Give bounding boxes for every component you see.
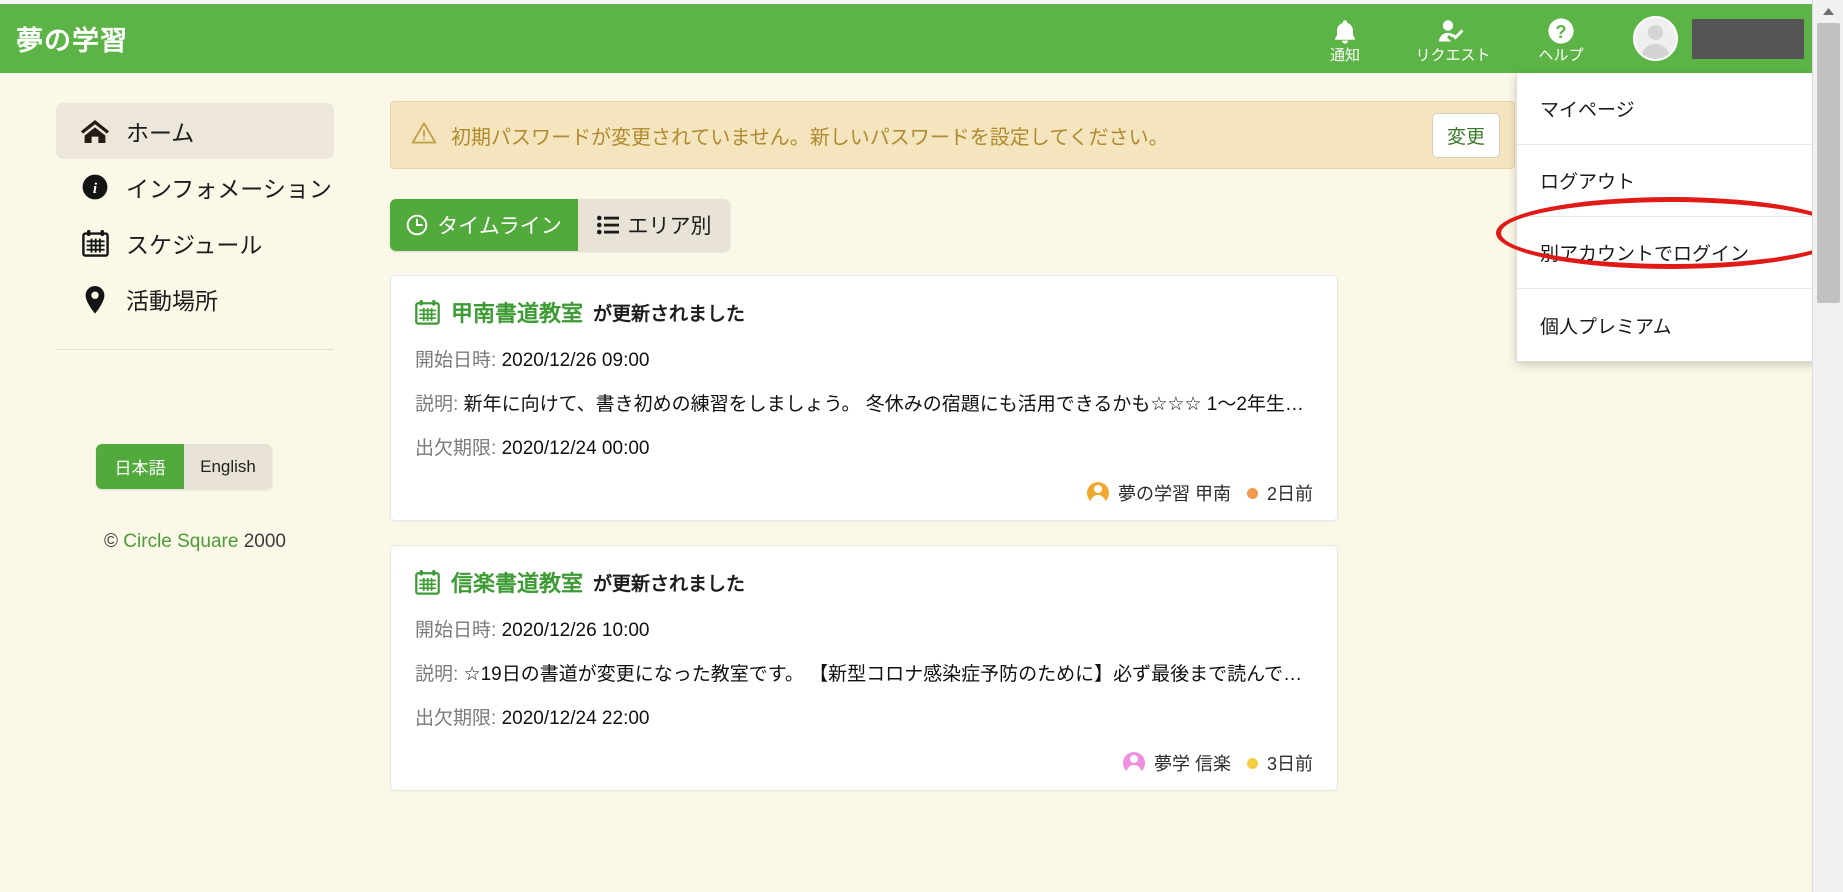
card-description-value: 新年に向けて、書き初めの練習をしましょう。 冬休みの宿題にも活用できるかも☆☆☆… [463, 394, 1313, 415]
card-start-row: 開始日時: 2020/12/26 10:00 [415, 615, 1313, 642]
card-start-label: 開始日時: [415, 350, 497, 371]
card-author-name: 夢の学習 甲南 [1117, 484, 1231, 504]
header-nav-help-label: ヘルプ [1538, 46, 1584, 64]
account-menu-button[interactable] [1633, 4, 1812, 73]
language-toggle: 日本語 English [96, 444, 272, 489]
calendar-icon [415, 569, 440, 595]
app-brand-title[interactable]: 夢の学習 [16, 19, 128, 58]
bell-icon [1332, 15, 1358, 45]
card-author-name: 夢学 信楽 [1153, 754, 1231, 774]
password-alert-banner: 初期パスワードが変更されていません。新しいパスワードを設定してください。 変更 [390, 101, 1515, 169]
card-group-name[interactable]: 甲南書道教室 [451, 296, 583, 328]
warning-triangle-icon [411, 121, 437, 150]
header-nav-notifications[interactable]: 通知 [1291, 4, 1399, 73]
card-deadline-label: 出欠期限: [415, 708, 497, 729]
svg-text:?: ? [1556, 22, 1567, 42]
card-deadline-label: 出欠期限: [415, 438, 497, 459]
card-description-value: ☆19日の書道が変更になった教室です。 【新型コロナ感染症予防のために】必ず最後… [463, 664, 1313, 685]
menu-item-my-page[interactable]: マイページ [1517, 73, 1820, 145]
card-title: 甲南書道教室 が更新されました [415, 296, 1313, 328]
user-check-icon [1437, 15, 1469, 45]
map-pin-icon [78, 285, 112, 314]
info-circle-icon: i [78, 173, 112, 201]
tab-timeline[interactable]: タイムライン [390, 199, 578, 251]
card-start-row: 開始日時: 2020/12/26 09:00 [415, 345, 1313, 372]
scrollbar-thumb[interactable] [1817, 23, 1840, 303]
page-scrollbar[interactable] [1812, 0, 1843, 892]
card-deadline-row: 出欠期限: 2020/12/24 00:00 [415, 433, 1313, 460]
card-title: 信楽書道教室 が更新されました [415, 566, 1313, 598]
scroll-up-arrow-icon[interactable] [1813, 0, 1843, 23]
avatar [1633, 16, 1678, 61]
sidebar-item-home[interactable]: ホーム [56, 103, 334, 159]
language-option-english[interactable]: English [184, 444, 272, 489]
copyright-year: 2000 [243, 531, 286, 552]
language-option-japanese[interactable]: 日本語 [96, 444, 184, 489]
view-tabs: タイムライン エリア別 [390, 199, 730, 251]
card-deadline-row: 出欠期限: 2020/12/24 22:00 [415, 703, 1313, 730]
author-avatar [1122, 752, 1145, 774]
copyright-symbol: © [104, 531, 119, 552]
timeline-card[interactable]: 甲南書道教室 が更新されました 開始日時: 2020/12/26 09:00 説… [390, 275, 1338, 521]
card-footer: 夢の学習 甲南 2日前 [415, 480, 1313, 506]
sidebar: ホーム i インフォメーション スケジュール 活動場所 日本語 English … [0, 73, 390, 892]
app-header: 夢の学習 通知 リクエスト ? ヘルプ [0, 4, 1812, 73]
tab-by-area-label: エリア別 [627, 215, 712, 238]
question-circle-icon: ? [1547, 15, 1575, 45]
browser-viewport: 夢の学習 通知 リクエスト ? ヘルプ マイページ ログアウト 別アカウントでロ… [0, 0, 1843, 892]
account-dropdown-menu: マイページ ログアウト 別アカウントでログイン 個人プレミアム [1516, 73, 1821, 362]
menu-item-personal-premium[interactable]: 個人プレミアム [1517, 289, 1820, 361]
calendar-icon [415, 299, 440, 325]
header-nav-requests[interactable]: リクエスト [1399, 4, 1507, 73]
card-title-suffix: が更新されました [593, 303, 746, 325]
header-nav-notifications-label: 通知 [1329, 46, 1360, 64]
password-alert-message: 初期パスワードが変更されていません。新しいパスワードを設定してください。 [451, 126, 1169, 149]
header-nav-requests-label: リクエスト [1415, 46, 1491, 64]
sidebar-item-activity-place-label: 活動場所 [126, 288, 218, 314]
card-start-value: 2020/12/26 09:00 [501, 350, 650, 371]
menu-item-login-other-account[interactable]: 別アカウントでログイン [1517, 217, 1820, 289]
card-group-name[interactable]: 信楽書道教室 [451, 566, 583, 598]
card-title-suffix: が更新されました [593, 573, 746, 595]
card-description-label: 説明: [415, 664, 459, 685]
sidebar-item-activity-place[interactable]: 活動場所 [56, 271, 334, 327]
menu-item-logout[interactable]: ログアウト [1517, 145, 1820, 217]
card-footer: 夢学 信楽 3日前 [415, 750, 1313, 776]
author-avatar [1086, 482, 1109, 504]
tab-by-area[interactable]: エリア別 [578, 199, 730, 251]
sidebar-item-information-label: インフォメーション [126, 176, 332, 202]
card-deadline-value: 2020/12/24 22:00 [501, 708, 650, 729]
sidebar-item-home-label: ホーム [126, 120, 195, 146]
sidebar-item-schedule-label: スケジュール [126, 232, 263, 258]
timeline-card[interactable]: 信楽書道教室 が更新されました 開始日時: 2020/12/26 10:00 説… [390, 545, 1338, 791]
card-start-label: 開始日時: [415, 620, 497, 641]
card-description-row: 説明: 新年に向けて、書き初めの練習をしましょう。 冬休みの宿題にも活用できるか… [415, 389, 1313, 416]
home-icon [78, 118, 112, 145]
clock-icon [406, 214, 428, 236]
tab-timeline-label: タイムライン [437, 215, 562, 238]
card-start-value: 2020/12/26 10:00 [501, 620, 650, 641]
account-name-redacted [1692, 18, 1804, 59]
sidebar-item-information[interactable]: i インフォメーション [56, 159, 334, 215]
status-dot [1246, 757, 1258, 769]
card-deadline-value: 2020/12/24 00:00 [501, 438, 650, 459]
header-nav-help[interactable]: ? ヘルプ [1507, 4, 1615, 73]
card-time-ago: 2日前 [1266, 484, 1313, 504]
card-description-label: 説明: [415, 394, 459, 415]
list-icon [596, 215, 619, 235]
card-time-ago: 3日前 [1266, 754, 1313, 774]
change-password-button[interactable]: 変更 [1431, 112, 1500, 158]
sidebar-divider [56, 349, 334, 350]
copyright: © Circle Square 2000 [0, 531, 390, 553]
sidebar-item-schedule[interactable]: スケジュール [56, 215, 334, 271]
card-description-row: 説明: ☆19日の書道が変更になった教室です。 【新型コロナ感染症予防のために】… [415, 659, 1313, 686]
copyright-name[interactable]: Circle Square [123, 531, 238, 552]
calendar-icon [78, 229, 112, 257]
status-dot [1246, 487, 1258, 499]
